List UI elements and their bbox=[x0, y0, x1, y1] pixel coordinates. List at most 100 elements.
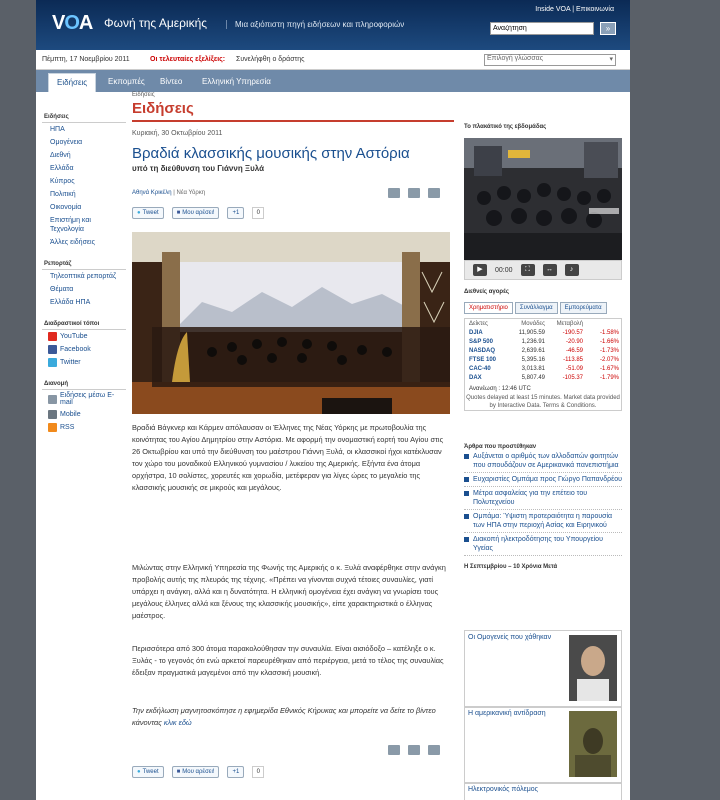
share-bar-bottom: ● Tweet ■ Μου αρέσει! +1 0 bbox=[132, 766, 265, 778]
sidebar-item[interactable]: Θέματα bbox=[42, 283, 126, 296]
video-player[interactable] bbox=[464, 138, 622, 260]
sidebar-twitter[interactable]: Twitter bbox=[42, 356, 126, 369]
sidebar-item[interactable]: Οικονομία bbox=[42, 201, 126, 214]
share-bar-top: ● Tweet ■ Μου αρέσει! +1 0 bbox=[132, 207, 265, 219]
video-heading: Το πλακάτικό της εβδομάδας bbox=[464, 124, 547, 130]
list-item[interactable]: Μέτρα ασφαλείας για την επέτειο του Πολυ… bbox=[464, 487, 622, 510]
search-input[interactable] bbox=[490, 22, 594, 35]
tab-news[interactable]: Ειδήσεις bbox=[48, 73, 97, 92]
sidebar-item[interactable]: Διεθνή bbox=[42, 149, 126, 162]
sidebar-item[interactable]: Ελλάδα ΗΠΑ bbox=[42, 296, 126, 309]
table-row[interactable]: CAC-40 3,013.81 -51.09 -1.67% bbox=[465, 364, 621, 373]
location: Νέα Υόρκη bbox=[176, 190, 206, 196]
latest-news-link[interactable]: Συνελήφθη ο δράστης bbox=[236, 56, 305, 63]
series-item[interactable]: Ηλεκτρονικός πόλεμος bbox=[464, 782, 622, 800]
sidebar-email[interactable]: Ειδήσεις μέσω E-mail bbox=[42, 390, 126, 408]
tab-shows[interactable]: Εκπομπές bbox=[100, 73, 153, 92]
plus-one-button[interactable]: +1 bbox=[227, 766, 245, 778]
inside-voa-link[interactable]: Inside VOA bbox=[535, 6, 570, 13]
facebook-icon bbox=[48, 345, 57, 354]
latest-label: Οι τελευταίες εξελίξεις: bbox=[150, 56, 226, 63]
sidebar-item[interactable]: Ελλάδα bbox=[42, 162, 126, 175]
breadcrumb[interactable]: Ειδήσεις bbox=[132, 92, 155, 98]
pub-date: Κυριακή, 30 Οκτωβρίου 2011 bbox=[132, 130, 223, 137]
email-icon[interactable] bbox=[388, 745, 400, 755]
comment-icon[interactable] bbox=[428, 745, 440, 755]
article-tools bbox=[388, 188, 440, 198]
sidebar-youtube[interactable]: YouTube bbox=[42, 330, 126, 343]
series-item[interactable]: Οι Ομογενείς που χάθηκαν bbox=[464, 630, 622, 708]
volume-icon[interactable]: ♪ bbox=[564, 264, 579, 276]
sidebar-reports-heading: Ρεπορτάζ bbox=[42, 259, 126, 270]
list-item[interactable]: Διακοπή ηλεκτροδότησης του Υπουργείου Υγ… bbox=[464, 533, 622, 556]
like-button[interactable]: ■ Μου αρέσει! bbox=[171, 766, 220, 778]
series-item[interactable]: Η αμερικανική αντίδραση bbox=[464, 706, 622, 784]
language-select[interactable]: Επιλογή γλώσσας bbox=[484, 54, 616, 66]
table-row[interactable]: NASDAQ 2,639.61 -46.59 -1.73% bbox=[465, 346, 621, 355]
sidebar-item[interactable]: ΗΠΑ bbox=[42, 123, 126, 136]
voa-logo[interactable]: VOA bbox=[52, 12, 93, 34]
print-icon[interactable] bbox=[408, 745, 420, 755]
tab-commodities[interactable]: Εμπορεύματα bbox=[559, 302, 607, 314]
contact-link[interactable]: Επικοινωνία bbox=[576, 6, 614, 13]
bullet-icon bbox=[464, 477, 469, 482]
sidebar-item[interactable]: Ομογένεια bbox=[42, 136, 126, 149]
tab-currency[interactable]: Συνάλλαγμα bbox=[514, 302, 558, 314]
fullscreen-icon[interactable]: ⛶ bbox=[520, 264, 535, 276]
mobile-icon bbox=[48, 410, 57, 419]
soldier-thumb bbox=[569, 711, 617, 777]
email-icon bbox=[48, 394, 57, 404]
tab-greek-service[interactable]: Ελληνική Υπηρεσία bbox=[194, 73, 279, 92]
sidebar-item[interactable]: Τηλεοπτικά ρεπορτάζ bbox=[42, 270, 126, 283]
site-tagline: Μια αξιόπιστη πηγή ειδήσεων και πληροφορ… bbox=[226, 20, 404, 29]
current-date: Πέμπτη, 17 Νοεμβρίου 2011 bbox=[42, 56, 130, 63]
table-row[interactable]: FTSE 100 5,395.16 -113.85 -2.07% bbox=[465, 355, 621, 364]
sidebar-item[interactable]: Κύπρος bbox=[42, 175, 126, 188]
sidebar-item[interactable]: Πολιτική bbox=[42, 188, 126, 201]
top-links: Inside VOA | Επικοινωνία bbox=[535, 6, 614, 13]
video-link[interactable]: κλικ εδώ bbox=[164, 718, 192, 727]
concert-photo bbox=[132, 232, 450, 414]
article-subtitle: υπό τη διεύθυνση του Γιάννη Ξυλά bbox=[132, 164, 264, 173]
latest-articles: Άρθρα που προστέθηκαν Αυξάνεται ο αριθμό… bbox=[464, 444, 622, 570]
date-bar: Πέμπτη, 17 Νοεμβρίου 2011 Οι τελευταίες … bbox=[36, 50, 630, 70]
bullet-icon bbox=[464, 537, 469, 542]
article: Ειδήσεις Κυριακή, 30 Οκτωβρίου 2011 Βραδ… bbox=[132, 100, 454, 778]
like-button[interactable]: ■ Μου αρέσει! bbox=[171, 207, 220, 219]
tab-stocks[interactable]: Χρηματιστήριο bbox=[464, 302, 513, 314]
email-icon[interactable] bbox=[388, 188, 400, 198]
tab-video[interactable]: Βίντεο bbox=[152, 73, 190, 92]
list-item[interactable]: Ομπάμα: Ύψιστη προτεραιότητα η παρουσία … bbox=[464, 510, 622, 533]
bullet-icon bbox=[464, 491, 469, 496]
list-item[interactable]: Αυξάνεται ο αριθμός των αλλοδαπών φοιτητ… bbox=[464, 450, 622, 473]
twitter-icon bbox=[48, 358, 57, 367]
comment-icon[interactable] bbox=[428, 188, 440, 198]
tweet-button[interactable]: ● Tweet bbox=[132, 207, 164, 219]
table-row[interactable]: DJIA 11,905.59 -190.57 -1.58% bbox=[465, 328, 621, 337]
sidebar-rss[interactable]: RSS bbox=[42, 421, 126, 434]
share-icon[interactable]: ↔ bbox=[542, 264, 557, 276]
plus-one-count: 0 bbox=[252, 207, 265, 219]
facebook-icon: ■ bbox=[176, 210, 181, 216]
right-column: Το πλακάτικό της εβδομάδας ▶ 00:00 ⛶ ↔ ♪… bbox=[464, 124, 624, 800]
sidebar-mobile[interactable]: Mobile bbox=[42, 408, 126, 421]
search-button[interactable]: » bbox=[600, 22, 616, 35]
table-row[interactable]: S&P 500 1,236.91 -20.90 -1.66% bbox=[465, 337, 621, 346]
paragraph-2: Μιλώντας στην Ελληνική Υπηρεσία της Φωνή… bbox=[132, 563, 446, 620]
facebook-icon: ■ bbox=[176, 769, 181, 775]
sidebar-item[interactable]: Άλλες ειδήσεις bbox=[42, 236, 126, 249]
sidebar-item[interactable]: Επιστήμη και Τεχνολογία bbox=[42, 214, 126, 236]
portrait-thumb bbox=[569, 635, 617, 701]
sidebar-facebook[interactable]: Facebook bbox=[42, 343, 126, 356]
table-row[interactable]: DAX 5,807.49 -105.37 -1.79% bbox=[465, 373, 621, 382]
print-icon[interactable] bbox=[408, 188, 420, 198]
play-icon[interactable]: ▶ bbox=[473, 264, 487, 276]
plus-one-button[interactable]: +1 bbox=[227, 207, 245, 219]
tweet-button[interactable]: ● Tweet bbox=[132, 766, 164, 778]
twitter-icon: ● bbox=[137, 769, 141, 775]
market-note: Quotes delayed at least 15 minutes. Mark… bbox=[466, 395, 620, 409]
list-item[interactable]: Ευχαριστίες Ομπάμα προς Γιώργο Παπανδρέο… bbox=[464, 473, 622, 487]
byline: Αθηνά Κρικέλη | Νέα Υόρκη bbox=[132, 190, 206, 196]
author-link[interactable]: Αθηνά Κρικέλη bbox=[132, 190, 172, 196]
youtube-icon bbox=[48, 332, 57, 341]
